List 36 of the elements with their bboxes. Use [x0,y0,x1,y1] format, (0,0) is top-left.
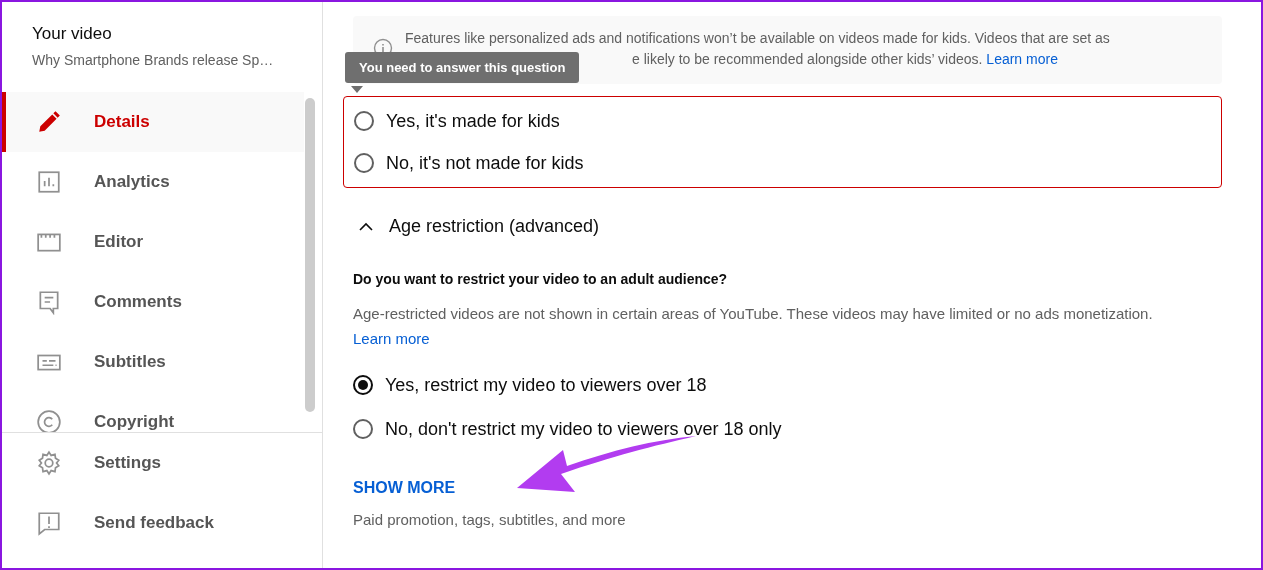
info-text: Features like personalized ads and notifications won’t be available on videos made for kids. Videos that are set as [405,30,1110,46]
learn-more-link[interactable]: Learn more [986,51,1058,67]
feedback-icon [36,510,62,536]
settings-icon [36,450,62,476]
nav-item[interactable]: Comments [2,272,304,332]
option-label: No, don't restrict my video to viewers over 18 only [385,418,782,440]
radio-button[interactable] [354,153,374,173]
learn-more-link[interactable]: Learn more [353,330,430,347]
copyright-icon [36,409,62,432]
nav-item[interactable]: Copyright [2,392,304,432]
option-label: Yes, restrict my video to viewers over 18 [385,374,707,396]
option-label: Yes, it's made for kids [386,110,560,132]
nav-item[interactable]: Analytics [2,152,304,212]
show-more-link[interactable]: SHOW MORE [353,479,456,497]
nav-item[interactable]: Details [2,92,304,152]
tooltip: You need to answer this question [345,52,580,83]
nav-item[interactable]: Editor [2,212,304,272]
comment-icon [36,289,62,315]
pencil-icon [36,109,62,135]
radio-button[interactable] [353,375,373,395]
tooltip-pointer [351,86,363,93]
scrollbar-thumb[interactable] [305,98,315,412]
radio-button[interactable] [354,111,374,131]
video-title: Why Smartphone Brands release Sp… [32,52,275,68]
description-text: Age-restricted videos are not shown in certain areas of YouTube. These videos may have limited or no ads monetization. [353,305,1153,322]
chart-icon [36,169,62,195]
section-toggle[interactable]: Age restriction (advanced) [357,216,1222,237]
option-label: No, it's not made for kids [386,152,584,174]
nav-item[interactable]: Subtitles [2,332,304,392]
info-text: e likely to be recommended alongside other kids’ videos. [632,51,983,67]
radio-button[interactable] [353,419,373,439]
nav-item[interactable]: Send feedback [2,493,304,553]
nav-item[interactable]: Settings [2,433,304,493]
question-text: Do you want to restrict your video to an adult audience? [353,271,729,287]
hint-text: Paid promotion, tags, subtitles, and more [353,511,627,528]
sidebar-title: Your video [32,24,113,44]
